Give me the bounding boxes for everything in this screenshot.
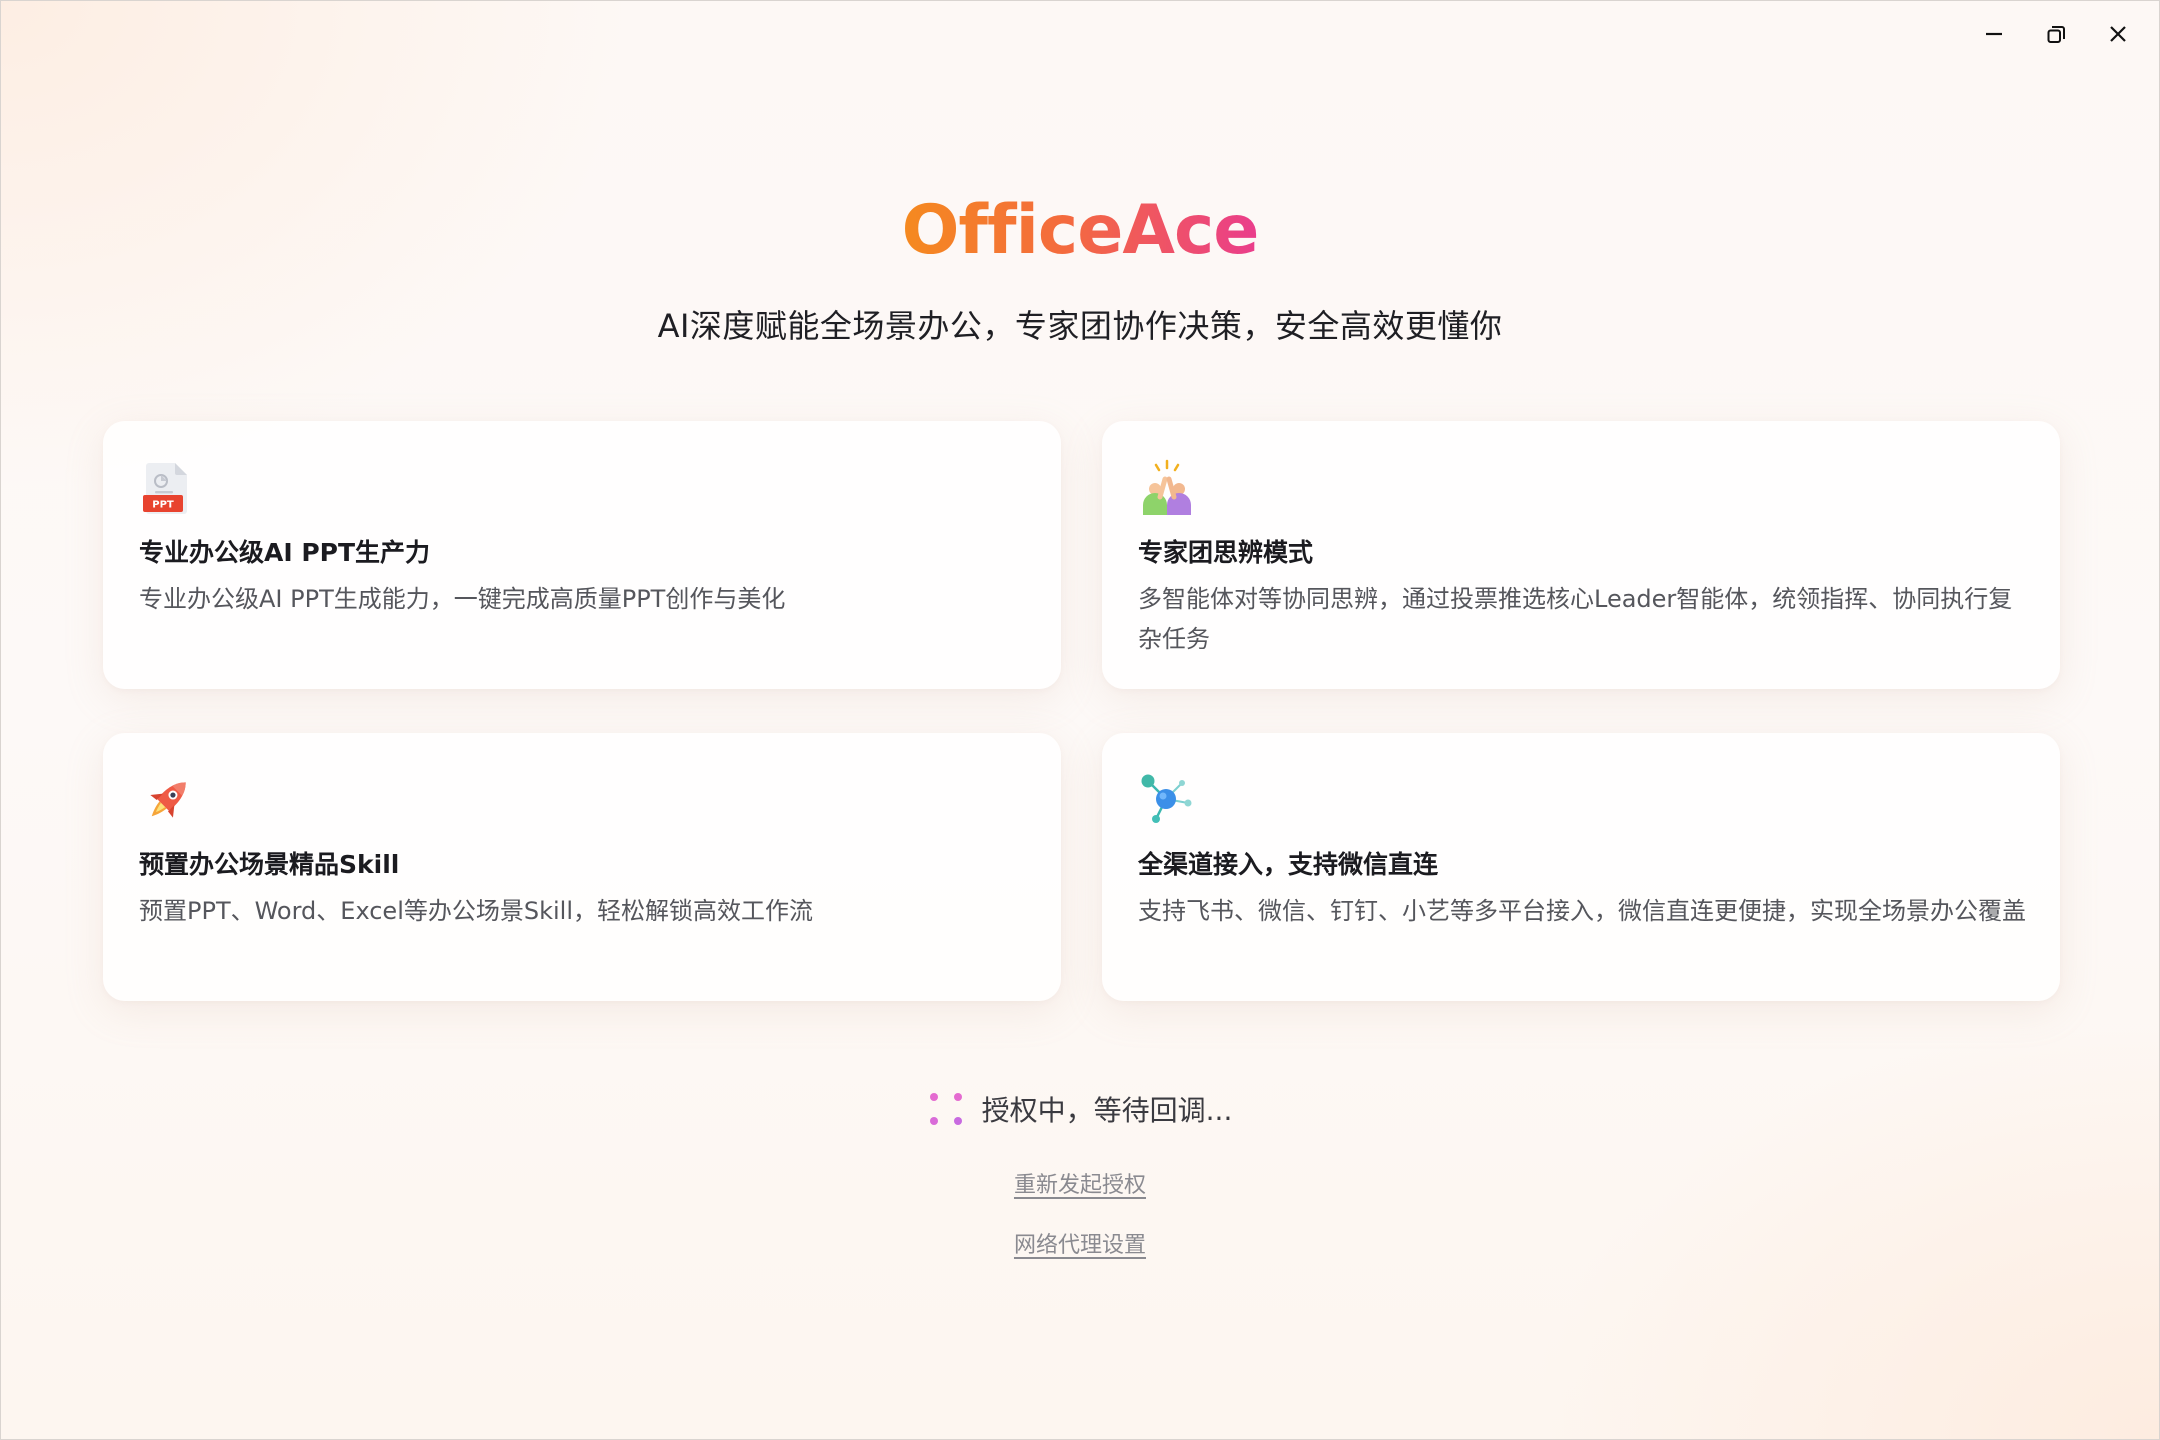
app-tagline: AI深度赋能全场景办公，专家团协作决策，安全高效更懂你 — [657, 307, 1503, 345]
feature-description: 支持飞书、微信、钉钉、小艺等多平台接入，微信直连更便捷，实现全场景办公覆盖 — [1138, 897, 2026, 925]
reauthorize-link[interactable]: 重新发起授权 — [1014, 1173, 1146, 1198]
close-icon — [2110, 26, 2126, 42]
feature-card-ppt: PPT 专业办公级AI PPT生产力 专业办公级AI PPT生成能力，一键完成高… — [103, 421, 1061, 689]
feature-description: 专业办公级AI PPT生成能力，一键完成高质量PPT创作与美化 — [139, 585, 786, 613]
app-logo: OfficeAce — [901, 191, 1260, 270]
feature-card-skill: 预置办公场景精品Skill 预置PPT、Word、Excel等办公场景Skill… — [103, 733, 1061, 1001]
feature-card-channels: 全渠道接入，支持微信直连 支持飞书、微信、钉钉、小艺等多平台接入，微信直连更便捷… — [1102, 733, 2060, 1001]
app-window: OfficeAce AI深度赋能全场景办公，专家团协作决策，安全高效更懂你 PP… — [0, 0, 2160, 1440]
restore-icon — [2047, 26, 2065, 43]
expert-team-icon — [1138, 459, 1196, 517]
feature-card-expert-team: 专家团思辨模式 多智能体对等协同思辨，通过投票推选核心Leader智能体，统领指… — [1102, 421, 2060, 689]
feature-title: 全渠道接入，支持微信直连 — [1138, 850, 1439, 879]
proxy-settings-link-row: 网络代理设置 — [1, 1227, 2159, 1259]
loading-spinner-icon — [928, 1091, 964, 1127]
auth-status: 授权中，等待回调... — [1, 1089, 2159, 1129]
brand-header: OfficeAce — [1, 191, 2159, 270]
rocket-icon — [139, 771, 197, 829]
feature-title: 专业办公级AI PPT生产力 — [139, 538, 431, 567]
svg-text:PPT: PPT — [152, 500, 174, 511]
window-controls — [1963, 13, 2149, 55]
network-hub-icon — [1138, 771, 1196, 829]
close-button[interactable] — [2087, 13, 2149, 55]
ppt-file-icon: PPT — [139, 459, 197, 517]
maximize-button[interactable] — [2025, 13, 2087, 55]
minimize-icon — [1986, 32, 2002, 36]
status-text: 授权中，等待回调... — [981, 1094, 1233, 1127]
feature-description: 多智能体对等协同思辨，通过投票推选核心Leader智能体，统领指挥、协同执行复杂… — [1138, 585, 2013, 653]
feature-description: 预置PPT、Word、Excel等办公场景Skill，轻松解锁高效工作流 — [139, 897, 814, 925]
feature-title: 预置办公场景精品Skill — [139, 850, 400, 879]
feature-title: 专家团思辨模式 — [1138, 538, 1314, 567]
minimize-button[interactable] — [1963, 13, 2025, 55]
reauthorize-link-row: 重新发起授权 — [1, 1167, 2159, 1199]
proxy-settings-link[interactable]: 网络代理设置 — [1014, 1233, 1146, 1258]
